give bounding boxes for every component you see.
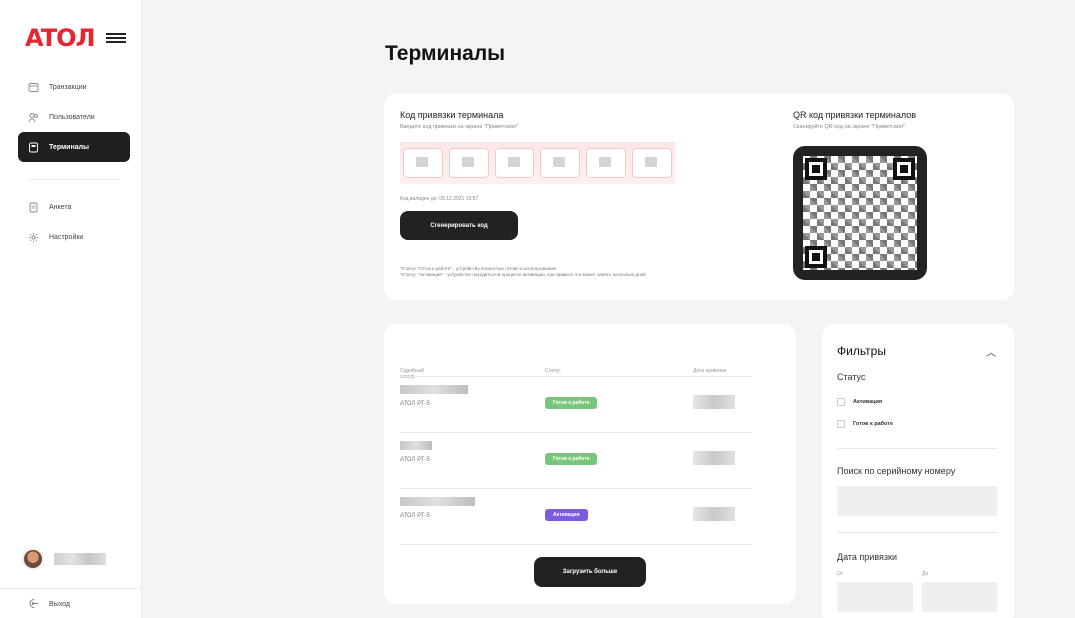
binding-code-hint: Введите код привязки на экране "Приветсв… xyxy=(400,124,518,130)
date-from-label: От xyxy=(837,571,844,577)
qr-code xyxy=(793,146,927,280)
logout-button[interactable]: Выход xyxy=(28,598,70,611)
load-more-button[interactable]: Загрузить больше xyxy=(534,557,646,587)
serial-search-input[interactable] xyxy=(837,486,997,516)
table-bottom-divider xyxy=(400,544,752,545)
checkbox[interactable] xyxy=(837,420,845,428)
terminal-model: АТОЛ РТ-5 xyxy=(400,457,430,463)
status-badge: Готов к работе xyxy=(545,397,598,409)
status-note-activation: *Статус "Активация" - устройство находит… xyxy=(400,272,646,277)
date-from-input[interactable] xyxy=(837,582,913,612)
table-row[interactable]: АТОЛ РТ-5 Готов к работе xyxy=(400,432,752,488)
binding-code-title: Код привязки терминала xyxy=(400,110,504,120)
sidebar-item-users[interactable]: Пользователи xyxy=(18,102,130,132)
sidebar-item-label: Транзакции xyxy=(49,83,87,91)
sidebar-nav: Транзакции Пользователи Терминалы Анкета xyxy=(18,72,130,252)
serial-number-redacted xyxy=(400,441,432,450)
date-to-input[interactable] xyxy=(922,582,997,612)
filters-title: Фильтры xyxy=(837,344,886,358)
binding-card: Код привязки терминала Введите код привя… xyxy=(384,94,1014,300)
atol-logo: ATOЛ xyxy=(25,24,95,52)
sidebar-item-label: Анкета xyxy=(49,203,72,211)
logout-label: Выход xyxy=(49,601,70,608)
avatar[interactable] xyxy=(22,548,44,570)
serial-number-redacted xyxy=(400,497,475,506)
table-row[interactable]: АТОЛ РТ-5 Активация xyxy=(400,488,752,544)
col-serial-header[interactable]: Серийный номер ︿ xyxy=(400,368,424,380)
date-redacted xyxy=(693,507,735,521)
status-filter-label: Статус xyxy=(837,372,866,382)
sidebar: ATOЛ Транзакции Пользователи Терминалы А… xyxy=(0,0,142,618)
qr-finder-icon xyxy=(805,246,827,268)
code-digit-box xyxy=(586,148,627,178)
generate-code-button[interactable]: Сгенерировать код xyxy=(400,211,518,240)
chevron-up-icon[interactable]: ︿ xyxy=(986,344,996,359)
serial-number-redacted xyxy=(400,385,468,394)
terminals-table-card: Серийный номер ︿ Статус Дата привязки АТ… xyxy=(384,324,796,604)
users-icon xyxy=(28,112,39,123)
user-profile[interactable] xyxy=(22,548,106,570)
user-name-redacted xyxy=(54,553,106,565)
sidebar-item-terminals[interactable]: Терминалы xyxy=(18,132,130,162)
filter-ready-checkbox[interactable]: Готов к работе xyxy=(837,420,893,428)
code-digit-box xyxy=(494,148,535,178)
code-digit-box xyxy=(540,148,581,178)
filter-divider xyxy=(837,448,997,449)
qr-pattern xyxy=(803,156,917,270)
logo: ATOЛ xyxy=(25,24,127,52)
transactions-icon xyxy=(28,82,39,93)
sidebar-item-form[interactable]: Анкета xyxy=(18,192,130,222)
table-row[interactable]: АТОЛ РТ-5 Готов к работе xyxy=(400,376,752,432)
code-digit-box xyxy=(448,148,489,178)
qr-finder-icon xyxy=(805,158,827,180)
code-digit-box xyxy=(403,148,443,178)
checkbox-label: Активация xyxy=(853,399,883,405)
date-redacted xyxy=(693,395,735,409)
checkbox[interactable] xyxy=(837,398,845,406)
date-redacted xyxy=(693,451,735,465)
checkbox-label: Готов к работе xyxy=(853,421,894,427)
serial-search-label: Поиск по серийному номеру xyxy=(837,466,956,476)
menu-icon[interactable] xyxy=(106,33,127,43)
form-icon xyxy=(28,202,39,213)
sidebar-item-settings[interactable]: Настройки xyxy=(18,222,130,252)
qr-finder-icon xyxy=(893,158,915,180)
nav-divider xyxy=(28,164,120,180)
terminal-model: АТОЛ РТ-5 xyxy=(400,401,430,407)
binding-code-field xyxy=(400,142,675,184)
sidebar-item-label: Пользователи xyxy=(49,113,95,121)
sidebar-item-transactions[interactable]: Транзакции xyxy=(18,72,130,102)
date-to-label: До xyxy=(922,571,929,577)
logout-icon xyxy=(28,598,39,611)
status-notes: *Статус "Готов к работе" - устройство по… xyxy=(400,266,646,278)
col-date-header: Дата привязки xyxy=(693,368,727,374)
sidebar-item-label: Настройки xyxy=(49,233,84,241)
terminal-model: АТОЛ РТ-5 xyxy=(400,513,430,519)
sidebar-divider xyxy=(0,588,141,589)
filters-card: Фильтры ︿ Статус Активация Готов к работ… xyxy=(822,324,1014,618)
status-badge: Готов к работе xyxy=(545,453,598,465)
filter-activation-checkbox[interactable]: Активация xyxy=(837,398,882,406)
code-expiry: Код валиден до: 06.12.2021 13:57 xyxy=(400,196,479,202)
code-digit-box xyxy=(632,148,672,178)
filter-divider xyxy=(837,532,997,533)
status-badge: Активация xyxy=(545,509,588,521)
qr-hint: Сканируйте QR код на экране "Приветсвия" xyxy=(793,124,905,130)
qr-title: QR код привязки терминалов xyxy=(793,110,917,120)
sidebar-item-label: Терминалы xyxy=(49,143,90,151)
terminal-icon xyxy=(28,142,39,153)
col-status-header: Статус xyxy=(545,368,561,374)
settings-icon xyxy=(28,232,39,243)
page-title: Терминалы xyxy=(385,42,506,65)
date-filter-label: Дата привязки xyxy=(837,552,897,562)
